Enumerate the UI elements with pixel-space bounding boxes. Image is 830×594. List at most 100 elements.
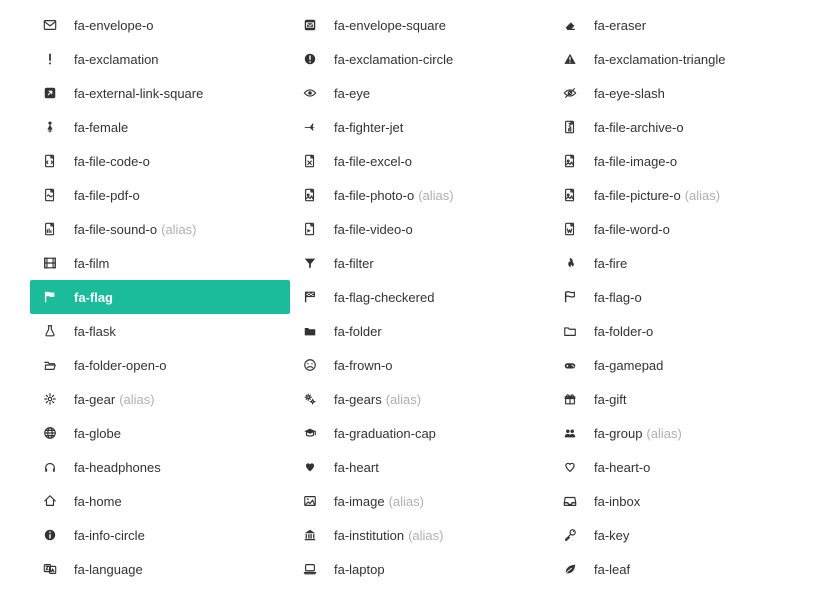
icon-item-eye-slash[interactable]: fa-eye-slash: [550, 76, 810, 110]
eye-icon: [302, 85, 318, 101]
icon-item-inbox[interactable]: fa-inbox: [550, 484, 810, 518]
icon-item-filter[interactable]: fa-filter: [290, 246, 550, 280]
icon-item-fighter-jet[interactable]: fa-fighter-jet: [290, 110, 550, 144]
icon-item-female[interactable]: fa-female: [30, 110, 290, 144]
language-icon: [42, 561, 58, 577]
flag-checkered-icon: [302, 289, 318, 305]
icon-item-label: fa-flag: [74, 290, 113, 305]
icon-item-label: fa-gift: [594, 392, 627, 407]
icon-item-eye[interactable]: fa-eye: [290, 76, 550, 110]
icon-item-flag-o[interactable]: fa-flag-o: [550, 280, 810, 314]
icon-item-heart[interactable]: fa-heart: [290, 450, 550, 484]
icon-item-institution[interactable]: fa-institution(alias): [290, 518, 550, 552]
icon-item-envelope-square[interactable]: fa-envelope-square: [290, 8, 550, 42]
laptop-icon: [302, 561, 318, 577]
icon-item-label: fa-heart-o: [594, 460, 650, 475]
icon-item-file-word-o[interactable]: fa-file-word-o: [550, 212, 810, 246]
graduation-cap-icon: [302, 425, 318, 441]
icon-item-globe[interactable]: fa-globe: [30, 416, 290, 450]
icon-item-label: fa-file-video-o: [334, 222, 413, 237]
institution-icon: [302, 527, 318, 543]
icon-item-label: fa-external-link-square: [74, 86, 203, 101]
icon-item-file-image-o[interactable]: fa-file-image-o: [550, 144, 810, 178]
file-sound-o-icon: [42, 221, 58, 237]
icon-item-headphones[interactable]: fa-headphones: [30, 450, 290, 484]
icon-item-film[interactable]: fa-film: [30, 246, 290, 280]
eye-slash-icon: [562, 85, 578, 101]
icon-item-label: fa-folder-open-o: [74, 358, 167, 373]
file-photo-o-icon: [302, 187, 318, 203]
icon-item-label: fa-file-photo-o: [334, 188, 414, 203]
icon-item-file-sound-o[interactable]: fa-file-sound-o(alias): [30, 212, 290, 246]
icon-item-label: fa-eye: [334, 86, 370, 101]
icon-item-file-photo-o[interactable]: fa-file-photo-o(alias): [290, 178, 550, 212]
exclamation-triangle-icon: [562, 51, 578, 67]
icon-item-label: fa-group: [594, 426, 642, 441]
file-pdf-o-icon: [42, 187, 58, 203]
icon-item-file-excel-o[interactable]: fa-file-excel-o: [290, 144, 550, 178]
eraser-icon: [562, 17, 578, 33]
icon-item-group[interactable]: fa-group(alias): [550, 416, 810, 450]
file-image-o-icon: [562, 153, 578, 169]
icon-item-label: fa-folder-o: [594, 324, 653, 339]
icon-item-file-pdf-o[interactable]: fa-file-pdf-o: [30, 178, 290, 212]
icon-item-label: fa-exclamation-circle: [334, 52, 453, 67]
icon-item-exclamation[interactable]: fa-exclamation: [30, 42, 290, 76]
icon-item-label: fa-file-word-o: [594, 222, 670, 237]
icon-item-gamepad[interactable]: fa-gamepad: [550, 348, 810, 382]
alias-tag: (alias): [119, 392, 154, 407]
icon-item-file-video-o[interactable]: fa-file-video-o: [290, 212, 550, 246]
icon-item-external-link-square[interactable]: fa-external-link-square: [30, 76, 290, 110]
icon-item-key[interactable]: fa-key: [550, 518, 810, 552]
icon-item-info-circle[interactable]: fa-info-circle: [30, 518, 290, 552]
icon-item-folder-o[interactable]: fa-folder-o: [550, 314, 810, 348]
icon-item-label: fa-file-pdf-o: [74, 188, 140, 203]
icon-item-image[interactable]: fa-image(alias): [290, 484, 550, 518]
icon-item-gift[interactable]: fa-gift: [550, 382, 810, 416]
icon-item-exclamation-triangle[interactable]: fa-exclamation-triangle: [550, 42, 810, 76]
icon-item-eraser[interactable]: fa-eraser: [550, 8, 810, 42]
icon-item-flag[interactable]: fa-flag: [30, 280, 290, 314]
icon-item-heart-o[interactable]: fa-heart-o: [550, 450, 810, 484]
icon-item-label: fa-flask: [74, 324, 116, 339]
folder-open-o-icon: [42, 357, 58, 373]
file-excel-o-icon: [302, 153, 318, 169]
icon-column: fa-eraserfa-exclamation-trianglefa-eye-s…: [550, 8, 810, 586]
icon-item-folder[interactable]: fa-folder: [290, 314, 550, 348]
icon-item-home[interactable]: fa-home: [30, 484, 290, 518]
icon-item-fire[interactable]: fa-fire: [550, 246, 810, 280]
icon-item-language[interactable]: fa-language: [30, 552, 290, 586]
inbox-icon: [562, 493, 578, 509]
icon-item-label: fa-file-image-o: [594, 154, 677, 169]
flag-o-icon: [562, 289, 578, 305]
icon-item-leaf[interactable]: fa-leaf: [550, 552, 810, 586]
external-link-square-icon: [42, 85, 58, 101]
icon-item-gears[interactable]: fa-gears(alias): [290, 382, 550, 416]
icon-item-flask[interactable]: fa-flask: [30, 314, 290, 348]
file-archive-o-icon: [562, 119, 578, 135]
icon-item-frown-o[interactable]: fa-frown-o: [290, 348, 550, 382]
gamepad-icon: [562, 357, 578, 373]
icon-item-label: fa-file-excel-o: [334, 154, 412, 169]
icon-column: fa-envelope-square fa-exclamation-circle f…: [290, 8, 550, 586]
globe-icon: [42, 425, 58, 441]
icon-item-envelope-o[interactable]: fa-envelope-o: [30, 8, 290, 42]
icon-item-laptop[interactable]: fa-laptop: [290, 552, 550, 586]
icon-item-label: fa-envelope-o: [74, 18, 154, 33]
icon-item-file-archive-o[interactable]: fa-file-archive-o: [550, 110, 810, 144]
gift-icon: [562, 391, 578, 407]
icon-item-gear[interactable]: fa-gear (alias): [30, 382, 290, 416]
icon-item-file-code-o[interactable]: fa-file-code-o: [30, 144, 290, 178]
icon-item-file-picture-o[interactable]: fa-file-picture-o(alias): [550, 178, 810, 212]
icon-item-label: fa-gear: [74, 392, 115, 407]
headphones-icon: [42, 459, 58, 475]
home-icon: [42, 493, 58, 509]
alias-tag: (alias): [389, 494, 424, 509]
icon-item-flag-checkered[interactable]: fa-flag-checkered: [290, 280, 550, 314]
flag-icon: [42, 289, 58, 305]
icon-item-exclamation-circle[interactable]: fa-exclamation-circle: [290, 42, 550, 76]
icon-item-graduation-cap[interactable]: fa-graduation-cap: [290, 416, 550, 450]
icon-item-folder-open-o[interactable]: fa-folder-open-o: [30, 348, 290, 382]
file-video-o-icon: [302, 221, 318, 237]
fighter-jet-icon: [302, 119, 318, 135]
